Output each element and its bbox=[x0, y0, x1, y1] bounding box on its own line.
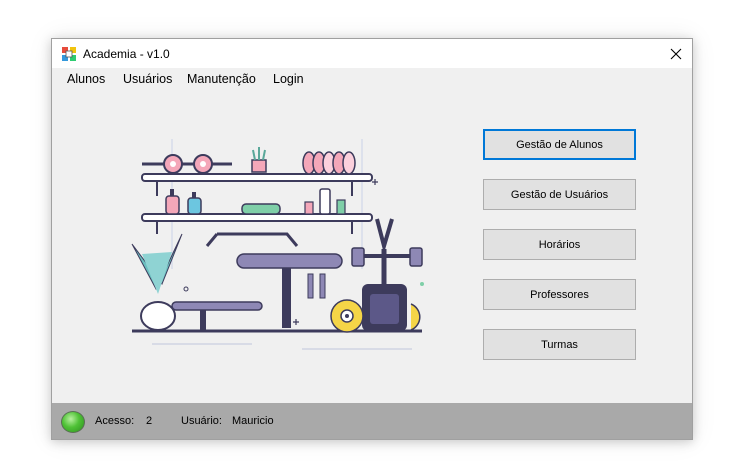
usuario-value: Mauricio bbox=[232, 415, 274, 427]
gym-illustration bbox=[122, 134, 442, 359]
status-bar: Acesso: 2 Usuário: Mauricio bbox=[52, 403, 692, 439]
gestao-alunos-button[interactable]: Gestão de Alunos bbox=[483, 129, 636, 160]
menu-alunos[interactable]: Alunos bbox=[67, 72, 105, 86]
title-bar: Academia - v1.0 bbox=[52, 39, 692, 68]
menu-login[interactable]: Login bbox=[273, 72, 304, 86]
menu-bar: Alunos Usuários Manutenção Login bbox=[52, 68, 692, 92]
menu-usuarios[interactable]: Usuários bbox=[123, 72, 172, 86]
turmas-button[interactable]: Turmas bbox=[483, 329, 636, 360]
gestao-usuarios-button[interactable]: Gestão de Usuários bbox=[483, 179, 636, 210]
acesso-value: 2 bbox=[146, 415, 153, 427]
status-led-icon bbox=[61, 411, 85, 433]
app-icon bbox=[61, 46, 77, 62]
acesso-label: Acesso: bbox=[95, 415, 135, 427]
close-button[interactable] bbox=[660, 39, 692, 68]
usuario-label: Usuário: bbox=[181, 415, 222, 427]
main-window: Academia - v1.0 Alunos Usuários Manutenç… bbox=[51, 38, 693, 440]
professores-button[interactable]: Professores bbox=[483, 279, 636, 310]
close-icon bbox=[670, 48, 682, 59]
menu-manutencao[interactable]: Manutenção bbox=[187, 72, 256, 86]
horarios-button[interactable]: Horários bbox=[483, 229, 636, 260]
window-title: Academia - v1.0 bbox=[83, 47, 170, 61]
